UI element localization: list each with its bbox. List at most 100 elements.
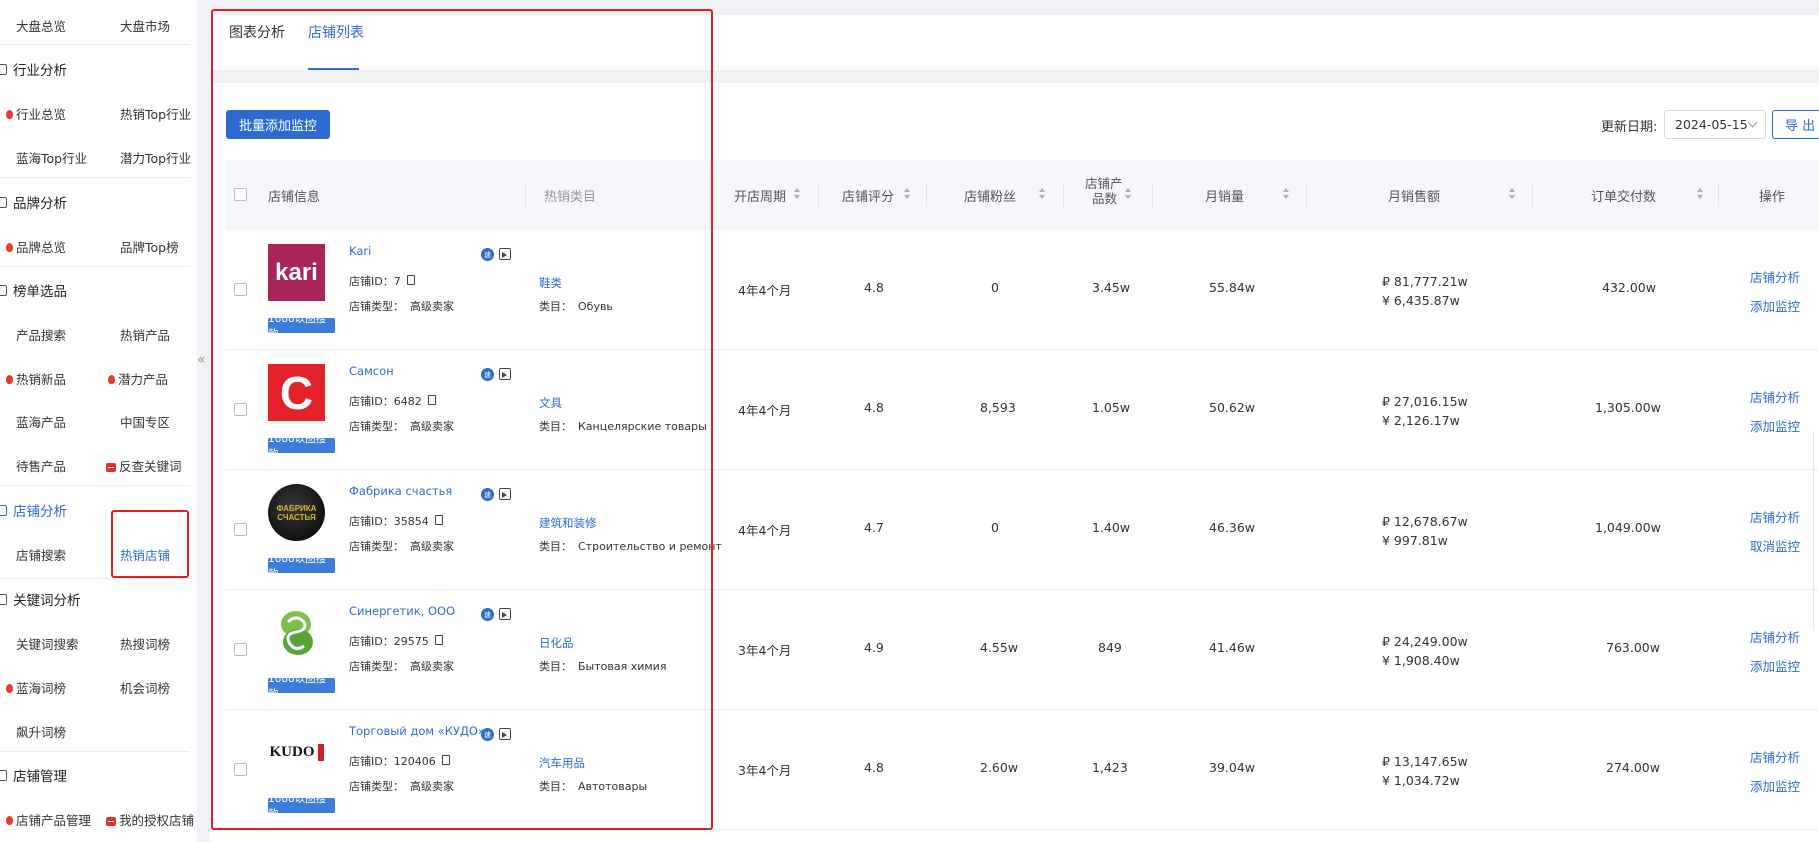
sidebar-item-blue-ocean-products[interactable]: 蓝海产品 xyxy=(16,412,66,431)
sidebar-item-store-search[interactable]: 店铺搜索 xyxy=(16,545,66,564)
header-orders-delivered[interactable]: 订单交付数 xyxy=(1591,186,1656,205)
column-divider xyxy=(1152,183,1153,207)
divider xyxy=(0,177,190,178)
sidebar-item-label: 中国专区 xyxy=(120,415,171,430)
revenue-cny: ¥ 6,435.87w xyxy=(1382,293,1460,308)
fire-icon xyxy=(6,816,13,825)
sidebar-item-rising-words[interactable]: 飙升词榜 xyxy=(16,722,66,741)
sidebar-item-label: 我的授权店铺 xyxy=(119,813,195,828)
scrollbar[interactable] xyxy=(1813,430,1819,630)
fire-icon xyxy=(6,375,13,384)
sort-icon[interactable] xyxy=(1039,187,1045,201)
divider xyxy=(0,485,190,486)
sidebar-item-reverse-keyword[interactable]: 反查关键词 xyxy=(106,456,182,475)
sidebar-item-industry-overview[interactable]: 行业总览 xyxy=(6,104,66,123)
divider xyxy=(0,751,190,752)
sidebar-item-china-zone[interactable]: 中国专区 xyxy=(120,412,170,431)
add-monitor-link[interactable]: 添加监控 xyxy=(1750,656,1800,675)
store-rating: 4.8 xyxy=(864,280,884,295)
sort-icon[interactable] xyxy=(794,187,800,201)
sort-icon[interactable] xyxy=(1283,187,1289,201)
fire-icon xyxy=(108,375,115,384)
sidebar-item-keyword-search[interactable]: 关键词搜索 xyxy=(16,634,79,653)
sidebar-group-industry[interactable]: 行业分析 xyxy=(0,59,67,79)
sidebar-item-market-overview[interactable]: 大盘总览 xyxy=(16,16,66,35)
store-fans: 0 xyxy=(991,280,999,295)
sort-icon[interactable] xyxy=(1125,187,1131,201)
sidebar-item-pending-products[interactable]: 待售产品 xyxy=(16,456,66,475)
collapse-sidebar-icon[interactable]: « xyxy=(197,352,206,368)
sidebar-group-keyword[interactable]: 关键词分析 xyxy=(0,589,81,609)
store-analysis-link[interactable]: 店铺分析 xyxy=(1750,507,1800,526)
header-store-fans[interactable]: 店铺粉丝 xyxy=(964,186,1016,205)
store-analysis-link[interactable]: 店铺分析 xyxy=(1750,387,1800,406)
highlight-frame-hot-stores xyxy=(111,510,189,578)
sidebar-group-brand[interactable]: 品牌分析 xyxy=(0,192,67,212)
sidebar-item-potential-industry[interactable]: 潜力Top行业 xyxy=(120,148,191,167)
revenue-cny: ¥ 2,126.17w xyxy=(1382,413,1460,428)
revenue-cny: ¥ 997.81w xyxy=(1382,533,1448,548)
sidebar-item-label: 品牌Top榜 xyxy=(120,240,179,255)
sidebar-item-label: 热销Top行业 xyxy=(120,107,192,122)
export-button[interactable]: 导 出 xyxy=(1772,110,1819,139)
sidebar-item-authorized-stores[interactable]: 我的授权店铺 xyxy=(106,810,194,829)
brand-icon xyxy=(0,196,7,208)
sidebar-item-hot-new[interactable]: 热销新品 xyxy=(6,369,66,388)
revenue-rub: ₽ 27,016.15w xyxy=(1382,394,1468,409)
sidebar-item-market[interactable]: 大盘市场 xyxy=(120,16,170,35)
fire-icon xyxy=(6,243,13,252)
header-open-period[interactable]: 开店周期 xyxy=(734,186,786,205)
sidebar-item-label: 产品搜索 xyxy=(16,328,67,343)
add-monitor-link[interactable]: 添加监控 xyxy=(1750,296,1800,315)
sort-icon[interactable] xyxy=(1697,187,1703,201)
sidebar-group-store[interactable]: 店铺分析 xyxy=(0,500,67,520)
open-period: 4年4个月 xyxy=(738,523,792,538)
header-monthly-revenue[interactable]: 月销售额 xyxy=(1388,186,1440,205)
product-count: 3.45w xyxy=(1092,280,1131,295)
add-monitor-link[interactable]: 添加监控 xyxy=(1750,776,1800,795)
sidebar-item-store-product-management[interactable]: 店铺产品管理 xyxy=(6,810,91,829)
monthly-revenue: ₽ 13,147.65w ¥ 1,034.72w xyxy=(1382,752,1468,790)
store-rating: 4.8 xyxy=(864,760,884,775)
product-count: 1.05w xyxy=(1092,400,1131,415)
sidebar-item-potential-products[interactable]: 潜力产品 xyxy=(108,369,168,388)
revenue-cny: ¥ 1,034.72w xyxy=(1382,773,1460,788)
sidebar-group-store-management[interactable]: 店铺管理 xyxy=(0,765,67,785)
sidebar-item-brand-top[interactable]: 品牌Top榜 xyxy=(120,237,179,256)
orders-delivered: 1,049.00w xyxy=(1595,520,1661,535)
store-analysis-link[interactable]: 店铺分析 xyxy=(1750,267,1800,286)
store-analysis-link[interactable]: 店铺分析 xyxy=(1750,747,1800,766)
sidebar-item-label: 蓝海词榜 xyxy=(16,681,67,696)
sidebar-item-blue-ocean-words[interactable]: 蓝海词榜 xyxy=(6,678,66,697)
store-icon xyxy=(0,504,7,516)
product-count: 1.40w xyxy=(1092,520,1131,535)
column-divider xyxy=(1306,183,1307,207)
sidebar-item-brand-overview[interactable]: 品牌总览 xyxy=(6,237,66,256)
add-monitor-link[interactable]: 添加监控 xyxy=(1750,416,1800,435)
header-monthly-sales[interactable]: 月销量 xyxy=(1205,186,1244,205)
column-divider xyxy=(1718,183,1719,207)
sidebar-item-opportunity-words[interactable]: 机会词榜 xyxy=(120,678,170,697)
monthly-revenue: ₽ 27,016.15w ¥ 2,126.17w xyxy=(1382,392,1468,430)
header-actions: 操作 xyxy=(1759,190,1786,205)
date-value: 2024-05-15 xyxy=(1675,117,1748,132)
header-line: 店铺产 xyxy=(1085,176,1123,191)
sidebar-item-hot-products[interactable]: 热销产品 xyxy=(120,325,170,344)
sort-icon[interactable] xyxy=(1509,187,1515,201)
monthly-sales: 46.36w xyxy=(1209,520,1256,535)
sidebar-group-ranking[interactable]: 榜单选品 xyxy=(0,280,67,300)
header-store-rating[interactable]: 店铺评分 xyxy=(842,186,894,205)
sidebar-item-hot-search[interactable]: 热搜词榜 xyxy=(120,634,170,653)
column-divider xyxy=(1532,183,1533,207)
sidebar-item-label: 待售产品 xyxy=(16,459,67,474)
sidebar-item-hot-top-industry[interactable]: 热销Top行业 xyxy=(120,104,191,123)
sidebar: 大盘总览 大盘市场 行业分析 行业总览 热销Top行业 蓝海Top行业 潜力To… xyxy=(0,0,197,842)
monthly-revenue: ₽ 24,249.00w ¥ 1,908.40w xyxy=(1382,632,1468,670)
store-analysis-link[interactable]: 店铺分析 xyxy=(1750,627,1800,646)
header-product-count[interactable]: 店铺产 品数 xyxy=(1085,176,1123,206)
sidebar-item-product-search[interactable]: 产品搜索 xyxy=(16,325,66,344)
sidebar-item-blue-ocean-industry[interactable]: 蓝海Top行业 xyxy=(16,148,87,167)
cancel-monitor-link[interactable]: 取消监控 xyxy=(1750,536,1800,555)
update-date-select[interactable]: 2024-05-15 xyxy=(1664,110,1766,139)
sort-icon[interactable] xyxy=(904,187,910,201)
